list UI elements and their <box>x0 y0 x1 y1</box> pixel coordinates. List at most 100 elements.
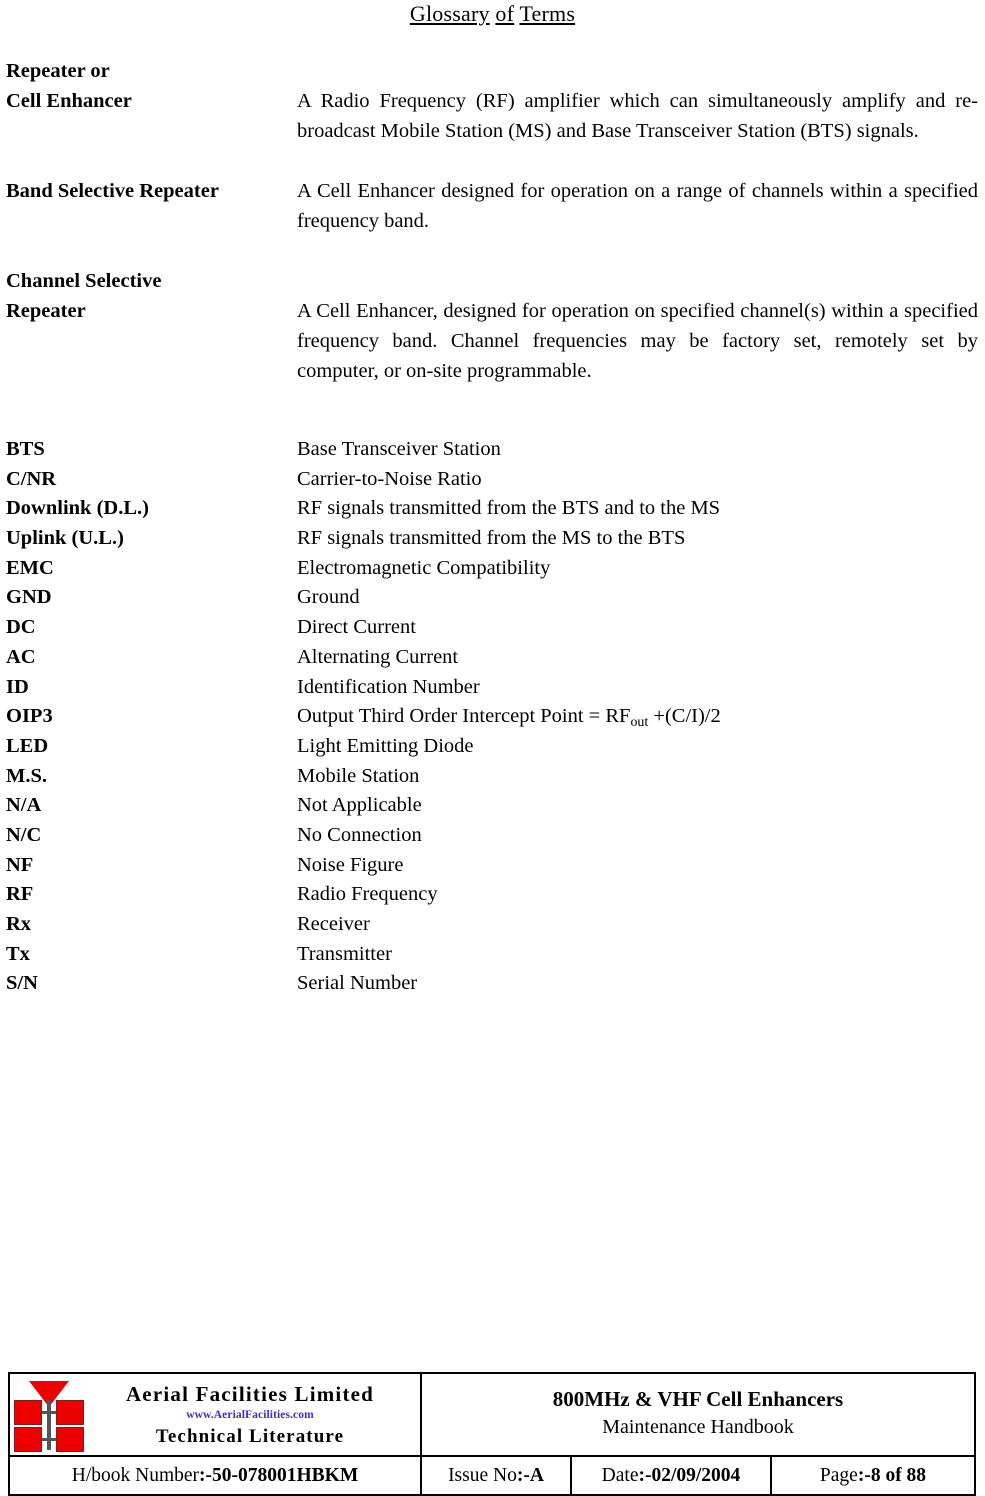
abbreviation-value: Serial Number <box>297 972 418 995</box>
abbreviation-key: S/N <box>6 972 38 995</box>
entry-spacer <box>6 236 978 266</box>
logo-square-icon <box>56 1426 84 1452</box>
glossary-entry: Repeater or Cell Enhancer A Radio Freque… <box>6 56 978 146</box>
page-title: Glossary of Terms <box>0 0 985 28</box>
abbreviation-value: Receiver <box>297 913 370 935</box>
glossary-definition: A Cell Enhancer, designed for operation … <box>297 300 978 382</box>
footer-top-row: Aerial Facilities Limited www.AerialFaci… <box>10 1374 974 1457</box>
footer-handbook-number: H/book Number:-50-078001HBKM <box>10 1457 422 1494</box>
footer-doc-subtitle: Maintenance Handbook <box>602 1415 794 1438</box>
abbreviation-row: GND Ground <box>6 583 978 613</box>
abbreviation-key: Uplink (U.L.) <box>6 527 124 550</box>
abbreviation-key: M.S. <box>6 764 47 787</box>
abbreviation-row: S/N Serial Number <box>6 969 978 999</box>
abbreviation-value: Identification Number <box>297 675 480 698</box>
footer-page-label: Page <box>819 1464 858 1486</box>
page-title-word-2: of <box>495 1 515 26</box>
footer-doc-title: 800MHz & VHF Cell Enhancers <box>552 1386 844 1411</box>
company-name: Aerial Facilities Limited <box>125 1381 375 1406</box>
abbreviation-row: ID Identification Number <box>6 673 978 703</box>
abbreviation-row: BTS Base Transceiver Station <box>6 435 978 465</box>
footer-date: Date:-02/09/2004 <box>572 1457 772 1494</box>
abbreviation-row: EMC Electromagnetic Compatibility <box>6 554 978 584</box>
abbreviation-key: NF <box>6 853 34 876</box>
footer-issue-number: Issue No:-A <box>422 1457 572 1494</box>
glossary-term: Band Selective Repeater <box>6 180 219 202</box>
glossary-entry: Channel Selective Repeater A Cell Enhanc… <box>6 266 978 386</box>
antenna-mast-icon <box>47 1399 51 1450</box>
footer-issue-value: :-A <box>516 1464 544 1486</box>
footer-handbook-value: :-50-078001HBKM <box>199 1464 359 1486</box>
abbreviation-key: Tx <box>6 942 30 965</box>
abbreviation-subscript: out <box>630 715 649 731</box>
abbreviation-row: Downlink (D.L.) RF signals transmitted fr… <box>6 494 978 524</box>
abbreviation-list: BTS Base Transceiver Station C/NR Carrier-t… <box>6 435 978 999</box>
abbreviation-value: Alternating Current <box>297 645 459 668</box>
abbreviation-key: N/C <box>6 823 42 846</box>
abbreviation-key: C/NR <box>6 467 57 490</box>
abbreviation-key: AC <box>6 645 36 668</box>
abbreviation-row: OIP3 Output Third Order Intercept Point =… <box>6 702 978 732</box>
abbreviation-key: GND <box>6 586 52 609</box>
abbreviation-value: Ground <box>297 586 360 609</box>
abbreviation-row: M.S. Mobile Station <box>6 762 978 792</box>
abbreviation-key: EMC <box>6 556 54 579</box>
abbreviation-row: LED Light Emitting Diode <box>6 732 978 762</box>
abbreviation-key: Rx <box>6 913 32 935</box>
footer-page-value: :-8 of 88 <box>857 1464 927 1486</box>
abbreviation-row: RF Radio Frequency <box>6 880 978 910</box>
abbreviation-value: Mobile Station <box>297 764 420 787</box>
abbreviation-value: Noise Figure <box>297 853 404 876</box>
aerial-facilities-logo-icon <box>12 1378 86 1452</box>
company-url[interactable]: www.AerialFacilities.com <box>86 1407 414 1424</box>
abbreviation-key: OIP3 <box>6 705 53 728</box>
abbreviation-row: NF Noise Figure <box>6 851 978 881</box>
footer-handbook-label: H/book Number <box>71 1464 200 1486</box>
abbreviation-row: AC Alternating Current <box>6 643 978 673</box>
abbreviation-row: DC Direct Current <box>6 613 978 643</box>
abbreviation-value: RF signals transmitted from the MS to th… <box>297 527 686 550</box>
logo-square-icon <box>14 1399 42 1425</box>
abbreviation-key: Downlink (D.L.) <box>6 497 149 520</box>
abbreviation-value: Electromagnetic Compatibility <box>297 556 551 579</box>
footer-company-text: Aerial Facilities Limited www.AerialFaci… <box>86 1381 420 1449</box>
abbreviation-value: Light Emitting Diode <box>297 734 474 757</box>
glossary-entry: Band Selective Repeater A Cell Enhancer … <box>6 176 978 236</box>
abbreviation-key: N/A <box>6 794 42 817</box>
footer-issue-label: Issue No <box>448 1464 517 1486</box>
abbreviation-value: Direct Current <box>297 616 416 639</box>
document-page: Glossary of Terms Repeater or Cell Enhan… <box>0 0 985 1496</box>
abbreviation-row: Uplink (U.L.) RF signals transmitted from… <box>6 524 978 554</box>
footer-page-number: Page:-8 of 88 <box>772 1457 974 1494</box>
abbreviation-row: N/C No Connection <box>6 821 978 851</box>
footer-bottom-row: H/book Number:-50-078001HBKM Issue No:-A… <box>10 1457 974 1494</box>
abbreviation-key: LED <box>6 734 49 757</box>
footer-document-title-cell: 800MHz & VHF Cell Enhancers Maintenance … <box>422 1374 974 1455</box>
footer-date-value: :-02/09/2004 <box>638 1464 741 1486</box>
glossary-term: Repeater or Cell Enhancer <box>6 60 132 112</box>
page-title-word-3: Terms <box>519 1 576 26</box>
abbreviation-key: ID <box>6 675 29 698</box>
abbreviation-row: Tx Transmitter <box>6 940 978 970</box>
logo-square-icon <box>14 1426 42 1452</box>
entry-spacer <box>6 146 978 176</box>
glossary-term: Channel Selective Repeater <box>6 270 162 322</box>
abbreviation-key: RF <box>6 883 34 906</box>
abbreviation-row: C/NR Carrier-to-Noise Ratio <box>6 465 978 495</box>
abbreviation-value: Carrier-to-Noise Ratio <box>297 467 482 490</box>
abbreviation-value: Base Transceiver Station <box>297 438 501 460</box>
abbreviation-key: DC <box>6 616 36 639</box>
abbreviation-row: N/A Not Applicable <box>6 791 978 821</box>
footer-date-label: Date <box>601 1464 639 1486</box>
footer-company-cell: Aerial Facilities Limited www.AerialFaci… <box>10 1374 422 1455</box>
glossary-entries: Repeater or Cell Enhancer A Radio Freque… <box>6 56 978 386</box>
abbreviation-value: RF signals transmitted from the BTS and … <box>297 497 721 520</box>
abbreviation-value: Radio Frequency <box>297 883 438 906</box>
glossary-definition: A Cell Enhancer designed for operation o… <box>297 180 978 232</box>
abbreviation-value: Transmitter <box>297 942 392 965</box>
page-title-word-1: Glossary <box>409 1 490 26</box>
abbreviation-key: BTS <box>6 438 45 460</box>
company-tagline: Technical Literature <box>155 1425 345 1447</box>
glossary-definition: A Radio Frequency (RF) amplifier which c… <box>297 90 978 142</box>
page-footer: Aerial Facilities Limited www.AerialFaci… <box>8 1372 976 1496</box>
